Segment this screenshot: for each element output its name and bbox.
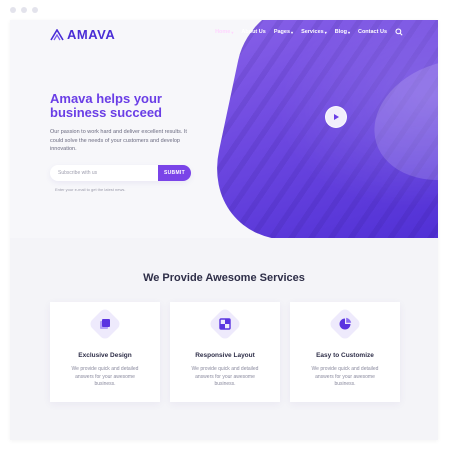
play-icon [334,114,339,120]
logo[interactable]: AMAVA [50,27,115,42]
window-dot [32,7,38,13]
card-text: We provide quick and detailed answers fo… [71,366,139,387]
nav-label: Home [215,29,231,35]
subscribe-form: SUBMIT [50,165,191,181]
service-card-exclusive-design[interactable]: Exclusive Design We provide quick and de… [50,302,160,402]
subscribe-submit-button[interactable]: SUBMIT [158,165,191,181]
landing-page: AMAVA Home ▾ About Us Pages ▾ Services ▾ Bl… [10,20,438,440]
subscribe-note: Enter your e-mail to get the latest news… [55,187,126,192]
search-icon[interactable] [395,28,403,36]
window-controls [10,7,38,13]
nav-item-blog[interactable]: Blog ▾ [335,29,350,35]
window-dot [21,7,27,13]
chevron-down-icon: ▾ [291,29,294,35]
layers-icon [100,319,110,329]
top-navigation: AMAVA Home ▾ About Us Pages ▾ Services ▾ Bl… [10,20,438,50]
nav-label: About Us [241,29,266,35]
nav-label: Contact Us [357,29,387,35]
grid-icon [219,318,231,330]
chevron-down-icon: ▾ [231,29,234,35]
pie-chart-icon [339,317,352,330]
card-text: We provide quick and detailed answers fo… [191,366,259,387]
nav-item-pages[interactable]: Pages ▾ [274,29,293,35]
play-video-button[interactable] [325,106,347,128]
card-text: We provide quick and detailed answers fo… [311,366,379,387]
service-cards: Exclusive Design We provide quick and de… [50,302,400,402]
nav-item-about-us[interactable]: About Us [241,29,265,35]
card-title: Responsive Layout [195,352,255,359]
subscribe-email-input[interactable] [50,165,162,181]
nav-item-services[interactable]: Services ▾ [301,29,327,35]
main-menu: Home ▾ About Us Pages ▾ Services ▾ Blog ▾ Co… [215,28,403,36]
card-title: Easy to Customize [316,352,374,359]
logo-mark-icon [50,28,64,40]
nav-label: Pages [273,29,291,35]
hero-headline: Amava helps your business succeed [50,91,162,120]
hero-lead-text: Our passion to work hard and deliver exc… [50,129,187,152]
chevron-down-icon: ▾ [347,29,350,35]
chevron-down-icon: ▾ [324,29,327,35]
services-heading: We Provide Awesome Services [143,272,305,284]
hero-section: AMAVA Home ▾ About Us Pages ▾ Services ▾ Bl… [10,20,438,238]
window-dot [10,7,16,13]
brand-name: AMAVA [67,27,116,42]
nav-item-contact-us[interactable]: Contact Us [358,29,387,35]
nav-label: Services [301,29,324,35]
service-card-easy-to-customize[interactable]: Easy to Customize We provide quick and d… [290,302,400,402]
nav-item-home[interactable]: Home ▾ [215,29,233,35]
service-card-responsive-layout[interactable]: Responsive Layout We provide quick and d… [170,302,280,402]
hero-image-shape [200,20,438,238]
card-title: Exclusive Design [78,352,132,359]
nav-label: Blog [334,29,347,35]
